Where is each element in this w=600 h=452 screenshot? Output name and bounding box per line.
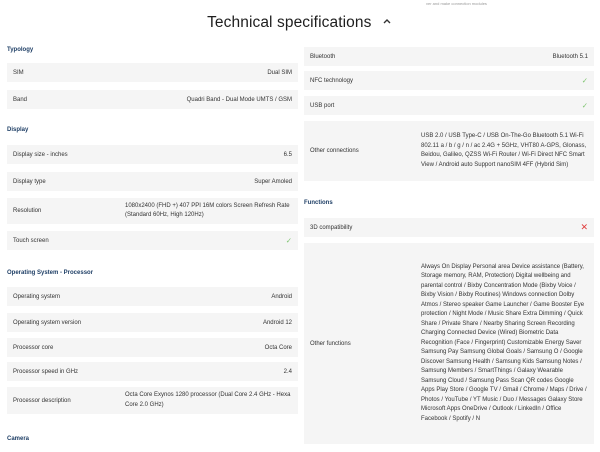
spec-value: Super Amoled <box>254 178 292 185</box>
spec-label: Other connections <box>310 148 359 154</box>
spec-value: Octa Core <box>264 344 292 351</box>
spec-label: Processor speed in GHz <box>13 368 79 375</box>
spec-label: Display size - inches <box>13 151 68 158</box>
spec-row: Display type Super Amoled <box>7 172 298 191</box>
spec-row: NFC technology ✓ <box>304 71 594 90</box>
spec-row: Operating system Android <box>7 287 298 306</box>
spec-value: Always On Display Personal area Device a… <box>421 263 587 422</box>
spec-label: Bluetooth <box>310 53 336 60</box>
spec-row: Resolution 1080x2400 (FHD +) 407 PPI 16M… <box>7 198 298 224</box>
spec-label: Display type <box>13 178 46 185</box>
spec-label: SIM <box>13 69 24 76</box>
spec-row: 3D compatibility ✕ <box>304 218 594 237</box>
spec-row: Processor core Octa Core <box>7 338 298 357</box>
section-title-camera: Camera <box>7 436 30 442</box>
spec-label: Other functions <box>310 340 351 347</box>
spec-value: 2.4 <box>283 368 292 375</box>
page-title: Technical specifications <box>207 14 372 31</box>
spec-label: 3D compatibility <box>310 224 353 231</box>
spec-value: Android 12 <box>262 319 292 326</box>
check-icon: ✓ <box>581 101 588 110</box>
spec-row: Display size - inches 6.5 <box>7 145 298 164</box>
spec-row: Processor description Octa Core Exynos 1… <box>7 387 298 414</box>
spec-row: Operating system version Android 12 <box>7 313 298 332</box>
spec-row: Band Quadri Band - Dual Mode UMTS / GSM <box>7 90 298 109</box>
spec-label: USB port <box>310 102 335 109</box>
spec-value: 6.5 <box>283 151 292 158</box>
spec-row: Other functions Always On Display Person… <box>304 243 594 444</box>
spec-label: Touch screen <box>13 237 49 244</box>
spec-value: Android <box>271 293 292 300</box>
spec-row: Processor speed in GHz 2.4 <box>7 362 298 381</box>
spec-value: Bluetooth 5.1 <box>552 53 588 60</box>
section-title-typology: Typology <box>7 47 34 53</box>
section-title-display: Display <box>7 127 29 133</box>
spec-value: Dual SIM <box>267 69 292 76</box>
spec-row: USB port ✓ <box>304 96 594 115</box>
spec-label: Band <box>13 96 28 103</box>
spec-value: USB 2.0 / USB Type-C / USB On-The-Go Blu… <box>421 133 587 168</box>
spec-label: NFC technology <box>310 77 354 84</box>
spec-label: Operating system <box>13 293 61 300</box>
spec-value: Quadri Band - Dual Mode UMTS / GSM <box>186 96 292 103</box>
section-title-os-processor: Operating System - Processor <box>7 270 94 276</box>
spec-label: Operating system version <box>13 319 82 326</box>
spec-value: Octa Core Exynos 1280 processor (Dual Co… <box>125 392 291 408</box>
promo-banner: ver and make connection modules <box>426 0 600 6</box>
section-title-functions: Functions <box>304 200 333 206</box>
x-icon: ✕ <box>580 222 588 232</box>
spec-row: Touch screen ✓ <box>7 231 298 250</box>
spec-row: SIM Dual SIM <box>7 63 298 82</box>
spec-label: Processor description <box>13 397 71 404</box>
spec-row: Other connections USB 2.0 / USB Type-C /… <box>304 121 594 181</box>
spec-value: 1080x2400 (FHD +) 407 PPI 16M colors Scr… <box>125 202 290 219</box>
chevron-up-icon[interactable] <box>381 13 393 24</box>
section-header[interactable]: Technical specifications <box>0 13 600 32</box>
check-icon: ✓ <box>581 76 588 85</box>
promo-text: ver and make connection modules <box>426 1 487 6</box>
spec-row: Bluetooth Bluetooth 5.1 <box>304 47 594 66</box>
check-icon: ✓ <box>285 236 292 245</box>
spec-label: Resolution <box>13 208 42 214</box>
spec-label: Processor core <box>13 344 54 351</box>
